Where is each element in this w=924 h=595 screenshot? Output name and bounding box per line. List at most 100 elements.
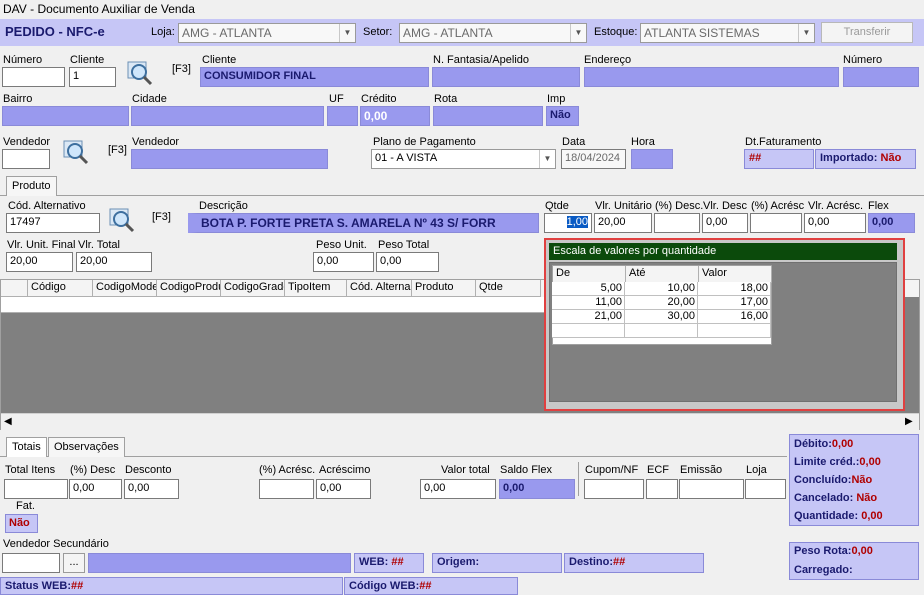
saldo-flex-label: Saldo Flex — [500, 464, 552, 476]
escala-cell[interactable]: 11,00 — [552, 296, 625, 310]
plano-select[interactable]: 01 - A VISTA ▼ — [371, 149, 556, 169]
divider — [578, 462, 579, 496]
dtfat-label: Dt.Faturamento — [745, 136, 822, 148]
importado-label: Importado: — [820, 152, 878, 164]
escala-cell[interactable]: 30,00 — [625, 310, 698, 324]
f3-hint: [F3] — [152, 211, 171, 223]
codigo-web-label: Código WEB: — [349, 580, 420, 592]
pct-acresc-total-field[interactable] — [259, 479, 314, 499]
ecf-field[interactable] — [646, 479, 678, 499]
data-field[interactable]: 18/04/2024 — [561, 149, 626, 169]
grid-col-produto[interactable]: Produto — [412, 280, 476, 297]
magnifier-icon — [63, 140, 89, 165]
vlr-desc-input[interactable]: 0,00 — [702, 213, 748, 233]
grid-empty-row[interactable] — [1, 297, 546, 313]
scroll-left-icon[interactable]: ◀ — [4, 416, 12, 427]
escala-col-de[interactable]: De — [553, 266, 626, 283]
descricao-field: BOTA P. FORTE PRETA S. AMARELA Nº 43 S/ … — [188, 213, 539, 233]
codigo-web-badge: Código WEB:## — [344, 577, 518, 595]
qtde-input[interactable]: 1,00 — [544, 213, 592, 233]
grid-col-qtde[interactable]: Qtde — [476, 280, 541, 297]
vlr-unit-input[interactable]: 20,00 — [594, 213, 652, 233]
tab-totais[interactable]: Totais — [6, 437, 47, 457]
tab-observacoes[interactable]: Observações — [48, 437, 125, 457]
escala-cell[interactable]: 18,00 — [698, 282, 771, 296]
web-badge: WEB: ## — [354, 553, 424, 573]
pct-desc-total-field[interactable]: 0,00 — [69, 479, 122, 499]
rota-label: Rota — [434, 93, 458, 105]
desconto-field[interactable]: 0,00 — [124, 479, 179, 499]
cod-alt-label: Cód. Alternativo — [8, 200, 86, 212]
loja-select[interactable]: AMG - ATLANTA ▼ — [178, 23, 356, 43]
debito-label: Débito: — [794, 438, 832, 450]
pct-desc-input[interactable] — [654, 213, 700, 233]
search-cliente-button[interactable] — [122, 55, 154, 87]
pct-acresc-label: (%) Acrésc — [751, 200, 805, 212]
cliente-code-input[interactable]: 1 — [69, 67, 116, 87]
escala-cell[interactable]: 17,00 — [698, 296, 771, 310]
dtfat-field: ## — [744, 149, 814, 169]
acrescimo-field[interactable]: 0,00 — [316, 479, 371, 499]
grid-col-codigomode[interactable]: CodigoMode — [93, 280, 157, 297]
escala-col-ate[interactable]: Até — [626, 266, 699, 283]
valor-total-field[interactable]: 0,00 — [420, 479, 496, 499]
escala-col-valor[interactable]: Valor — [699, 266, 772, 283]
escala-cell[interactable]: 20,00 — [625, 296, 698, 310]
peso-unit-field[interactable]: 0,00 — [313, 252, 374, 272]
cupom-field[interactable] — [584, 479, 644, 499]
escala-empty-cell[interactable] — [625, 324, 698, 338]
escala-cell[interactable]: 16,00 — [698, 310, 771, 324]
scroll-right-icon[interactable]: ▶ — [905, 416, 913, 427]
grid-col-codalterna[interactable]: Cód. Alterna — [347, 280, 412, 297]
escala-cell[interactable]: 5,00 — [552, 282, 625, 296]
chevron-down-icon: ▼ — [539, 150, 555, 168]
uf-field — [327, 106, 358, 126]
hora-label: Hora — [631, 136, 655, 148]
escala-cell[interactable]: 21,00 — [552, 310, 625, 324]
quantidade-label: Quantidade: — [794, 510, 859, 522]
transferir-button[interactable]: Transferir — [821, 22, 913, 43]
cliente-code-label: Cliente — [70, 54, 105, 66]
pct-desc-total-label: (%) Desc — [70, 464, 116, 476]
pct-acresc-input[interactable] — [750, 213, 802, 233]
grid-col-tipoitem[interactable]: TipoItem — [285, 280, 347, 297]
cod-alt-input[interactable]: 17497 — [6, 213, 100, 233]
setor-select[interactable]: AMG - ATLANTA ▼ — [399, 23, 587, 43]
escala-empty-cell[interactable] — [698, 324, 771, 338]
search-produto-button[interactable] — [104, 202, 136, 234]
descricao-value: BOTA P. FORTE PRETA S. AMARELA Nº 43 S/ … — [201, 216, 496, 230]
estoque-value: ATLANTA SISTEMAS — [644, 26, 760, 40]
estoque-select[interactable]: ATLANTA SISTEMAS ▼ — [640, 23, 815, 43]
search-vendedor-button[interactable] — [58, 134, 90, 166]
loja-total-field[interactable] — [745, 479, 786, 499]
vlr-acresc-input[interactable]: 0,00 — [804, 213, 866, 233]
limite-row: Limite créd.:0,00 — [794, 456, 881, 468]
magnifier-icon — [127, 61, 153, 86]
vend-sec-input[interactable] — [2, 553, 60, 573]
descricao-label: Descrição — [199, 200, 248, 212]
fat-badge: Não — [5, 514, 38, 533]
grid-col-codigoprodu[interactable]: CodigoProdu — [157, 280, 221, 297]
numero-input[interactable] — [2, 67, 65, 87]
peso-total-field[interactable]: 0,00 — [376, 252, 439, 272]
cupom-label: Cupom/NF — [585, 464, 639, 476]
grid-scrollbar[interactable]: ◀ ▶ — [1, 413, 919, 430]
ellipsis-label: ... — [69, 556, 79, 568]
total-itens-field[interactable] — [4, 479, 68, 499]
vend-sec-label: Vendedor Secundário — [3, 538, 109, 550]
flex-label: Flex — [868, 200, 889, 212]
quantidade-value: 0,00 — [861, 510, 883, 522]
escala-empty-cell[interactable] — [552, 324, 625, 338]
cliente-nome-label: Cliente — [202, 54, 237, 66]
escala-cell[interactable]: 10,00 — [625, 282, 698, 296]
vlr-unit-final-field[interactable]: 20,00 — [6, 252, 73, 272]
vendedor-input[interactable] — [2, 149, 50, 169]
grid-col-codigograde[interactable]: CodigoGrade — [221, 280, 285, 297]
vend-sec-lookup-button[interactable]: ... — [63, 553, 85, 573]
qtde-value: 1,00 — [566, 216, 588, 228]
tab-produto[interactable]: Produto — [6, 176, 57, 196]
cidade-field — [131, 106, 324, 126]
grid-col-codigo[interactable]: Código — [28, 280, 93, 297]
emissao-field[interactable] — [679, 479, 744, 499]
vlr-total-field[interactable]: 20,00 — [76, 252, 152, 272]
